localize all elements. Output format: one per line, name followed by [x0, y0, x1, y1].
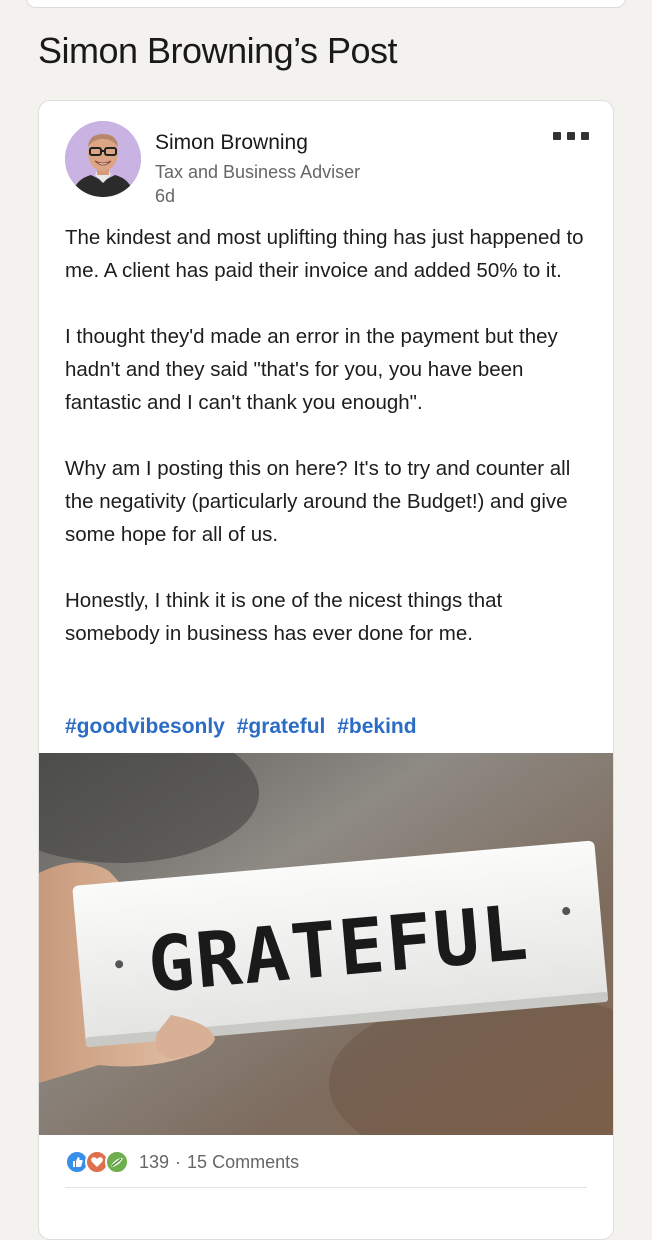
hashtags: #goodvibesonly #grateful #bekind	[65, 715, 423, 739]
post-paragraph: I thought they'd made an error in the pa…	[65, 325, 558, 414]
post-paragraph: Honestly, I think it is one of the nices…	[65, 589, 503, 645]
post-paragraph: The kindest and most uplifting thing has…	[65, 226, 584, 282]
more-dots-icon	[553, 132, 561, 140]
author-name[interactable]: Simon Browning	[155, 131, 308, 155]
separator: ·	[175, 1151, 182, 1172]
post-text: The kindest and most uplifting thing has…	[65, 221, 595, 683]
post-image[interactable]: GRATEFUL	[39, 753, 613, 1135]
post-card: Simon Browning Tax and Business Adviser …	[38, 100, 614, 1240]
comments-count[interactable]: 15 Comments	[187, 1152, 299, 1173]
more-dots-icon	[581, 132, 589, 140]
avatar[interactable]	[65, 121, 141, 197]
post-paragraph: Why am I posting this on here? It's to t…	[65, 457, 571, 546]
author-headline: Tax and Business Adviser	[155, 162, 361, 182]
support-icon	[105, 1150, 129, 1174]
hashtag-link[interactable]: #grateful	[237, 715, 326, 738]
reactions-count[interactable]: 139	[139, 1152, 169, 1173]
more-options-button[interactable]	[553, 129, 589, 143]
divider	[65, 1187, 587, 1188]
social-counts[interactable]: 139 · 15 Comments	[65, 1149, 299, 1175]
hashtag-link[interactable]: #bekind	[337, 715, 416, 738]
more-dots-icon	[567, 132, 575, 140]
post-age: 6d	[155, 186, 176, 206]
previous-card-edge	[26, 0, 626, 8]
page-title: Simon Browning’s Post	[38, 30, 398, 71]
hashtag-link[interactable]: #goodvibesonly	[65, 715, 225, 738]
